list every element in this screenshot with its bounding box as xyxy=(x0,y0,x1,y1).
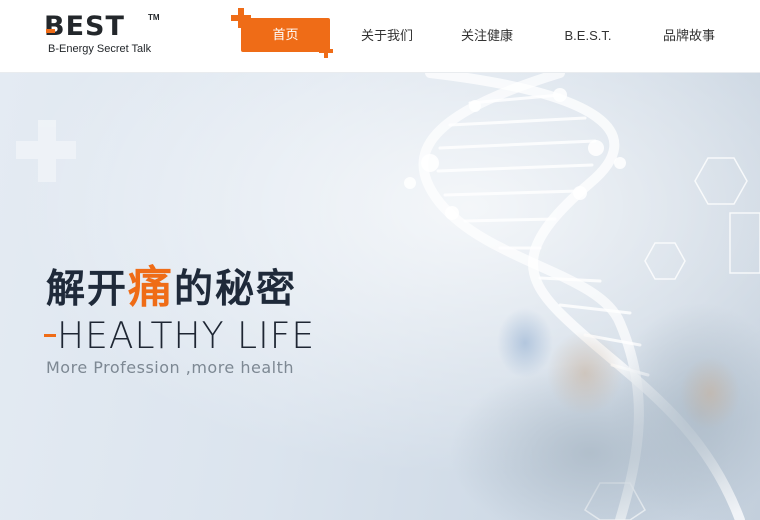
hero-title-part: 的秘密 xyxy=(174,267,298,312)
nav-item-label: 首页 xyxy=(272,27,299,42)
subtitle-accent-dash xyxy=(44,334,56,337)
plus-icon xyxy=(319,44,333,58)
main-nav: 首页 关于我们 关注健康 B.E.S.T. 品牌故事 xyxy=(0,0,760,72)
hero-title: 解开痛的秘密 xyxy=(46,251,297,315)
nav-item-brand-story[interactable]: 品牌故事 xyxy=(654,22,724,50)
hero-subtitle-text: HEALTHY LIFE xyxy=(57,315,316,358)
nav-item-best[interactable]: B.E.S.T. xyxy=(556,22,620,50)
hero-title-part: 解开 xyxy=(46,267,129,312)
nav-item-about-us[interactable]: 关于我们 xyxy=(352,22,422,50)
hero-tagline: More Profession ,more health xyxy=(46,358,295,377)
nav-item-home[interactable]: 首页 xyxy=(231,8,333,58)
page: BEST TM B-Energy Secret Talk 首页 关于我们 关注健… xyxy=(0,0,760,520)
hero-banner: 解开痛的秘密 HEALTHY LIFE More Profession ,mor… xyxy=(0,73,760,520)
hero-title-accent: 痛 xyxy=(128,262,175,313)
site-header: BEST TM B-Energy Secret Talk 首页 关于我们 关注健… xyxy=(0,0,760,73)
plus-icon xyxy=(231,8,251,28)
nav-item-focus-health[interactable]: 关注健康 xyxy=(452,22,522,50)
